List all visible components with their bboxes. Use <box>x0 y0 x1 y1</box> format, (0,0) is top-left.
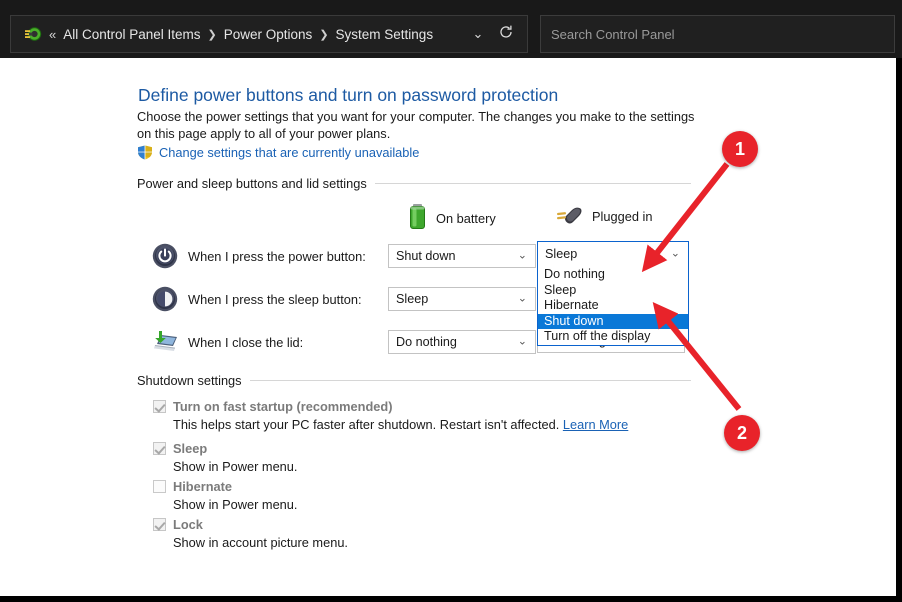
label-close-lid: When I close the lid: <box>188 335 388 350</box>
dropdown-option-turn-off-the-display[interactable]: Turn off the display <box>538 329 688 345</box>
dropdown-option-sleep[interactable]: Sleep <box>538 283 688 299</box>
combo-close-lid-on-battery[interactable]: Do nothing ⌄ <box>388 330 536 354</box>
control-panel-window: « All Control Panel Items ❯ Power Option… <box>0 0 902 602</box>
checkbox-row-fast-startup[interactable]: Turn on fast startup (recommended) <box>153 399 392 414</box>
combo-power-button-on-battery[interactable]: Shut down ⌄ <box>388 244 536 268</box>
chevron-down-icon: ⌄ <box>518 294 527 305</box>
column-header-plugged-in: Plugged in <box>555 203 652 230</box>
column-label-on-battery: On battery <box>436 211 496 226</box>
chevron-down-icon[interactable]: ⌄ <box>465 26 491 42</box>
change-unavailable-settings-link[interactable]: Change settings that are currently unava… <box>159 145 419 160</box>
search-placeholder: Search Control Panel <box>551 27 675 42</box>
checkbox-label-sleep: Sleep <box>173 441 207 456</box>
annotation-badge-1: 1 <box>722 131 758 167</box>
sleep-button-icon <box>152 286 178 312</box>
laptop-lid-icon <box>152 329 178 355</box>
checkbox-hibernate[interactable] <box>153 480 166 493</box>
power-button-plugged-in-dropdown[interactable]: Do nothing Sleep Hibernate Shut down Tur… <box>537 266 689 346</box>
refresh-icon[interactable] <box>491 24 521 44</box>
group-divider <box>375 183 691 184</box>
page-description: Choose the power settings that you want … <box>137 108 702 142</box>
combo-value: Do nothing <box>389 335 457 349</box>
uac-shield-icon <box>137 145 153 160</box>
chevron-down-icon: ⌄ <box>518 337 527 348</box>
checkbox-row-sleep[interactable]: Sleep <box>153 441 207 456</box>
column-header-on-battery: On battery <box>408 203 496 234</box>
power-group-label: Power and sleep buttons and lid settings <box>137 176 375 191</box>
page-title: Define power buttons and turn on passwor… <box>138 85 558 106</box>
combo-sleep-button-on-battery[interactable]: Sleep ⌄ <box>388 287 536 311</box>
sub-text: This helps start your PC faster after sh… <box>173 417 559 432</box>
settings-content-pane: Define power buttons and turn on passwor… <box>0 58 896 596</box>
checkbox-sleep[interactable] <box>153 442 166 455</box>
breadcrumb-item-all-control-panel-items[interactable]: All Control Panel Items <box>63 27 200 42</box>
power-plug-icon <box>555 203 583 230</box>
checkbox-row-lock[interactable]: Lock <box>153 517 203 532</box>
power-button-icon <box>152 243 178 269</box>
checkbox-lock[interactable] <box>153 518 166 531</box>
breadcrumb-item-system-settings[interactable]: System Settings <box>336 27 434 42</box>
label-sleep-button: When I press the sleep button: <box>188 292 388 307</box>
chevron-down-icon: ⌄ <box>671 249 680 260</box>
learn-more-link[interactable]: Learn More <box>563 417 628 432</box>
search-control-panel-input[interactable]: Search Control Panel <box>540 15 895 53</box>
breadcrumb-separator-icon[interactable]: ❯ <box>319 28 328 41</box>
combo-value: Shut down <box>389 249 456 263</box>
back-chevrons-icon[interactable]: « <box>49 27 55 42</box>
breadcrumb-item-power-options[interactable]: Power Options <box>224 27 313 42</box>
label-power-button: When I press the power button: <box>188 249 388 264</box>
combo-value: Sleep <box>389 292 428 306</box>
checkbox-sub-fast-startup: This helps start your PC faster after sh… <box>173 417 628 432</box>
checkbox-fast-startup[interactable] <box>153 400 166 413</box>
checkbox-sub-sleep: Show in Power menu. <box>173 459 297 474</box>
power-options-icon <box>23 24 43 44</box>
checkbox-label-lock: Lock <box>173 517 203 532</box>
dropdown-option-hibernate[interactable]: Hibernate <box>538 298 688 314</box>
checkbox-label-fast-startup: Turn on fast startup (recommended) <box>173 399 392 414</box>
checkbox-sub-hibernate: Show in Power menu. <box>173 497 297 512</box>
group-divider <box>250 380 691 381</box>
checkbox-row-hibernate[interactable]: Hibernate <box>153 479 232 494</box>
battery-icon <box>408 203 427 234</box>
dropdown-option-shut-down[interactable]: Shut down <box>538 314 688 330</box>
annotation-badge-2: 2 <box>724 415 760 451</box>
change-unavailable-settings-row[interactable]: Change settings that are currently unava… <box>137 145 419 160</box>
address-bar[interactable]: « All Control Panel Items ❯ Power Option… <box>10 15 528 53</box>
breadcrumb-separator-icon[interactable]: ❯ <box>208 28 217 41</box>
power-group-header: Power and sleep buttons and lid settings <box>137 176 691 191</box>
checkbox-label-hibernate: Hibernate <box>173 479 232 494</box>
dropdown-option-do-nothing[interactable]: Do nothing <box>538 267 688 283</box>
combo-value: Sleep <box>538 247 577 261</box>
column-label-plugged-in: Plugged in <box>592 209 652 224</box>
shutdown-group-header: Shutdown settings <box>137 373 691 388</box>
window-titlebar: « All Control Panel Items ❯ Power Option… <box>0 0 902 58</box>
checkbox-sub-lock: Show in account picture menu. <box>173 535 348 550</box>
chevron-down-icon: ⌄ <box>518 251 527 262</box>
shutdown-group-label: Shutdown settings <box>137 373 250 388</box>
combo-power-button-plugged-in[interactable]: Sleep ⌄ <box>537 241 689 267</box>
